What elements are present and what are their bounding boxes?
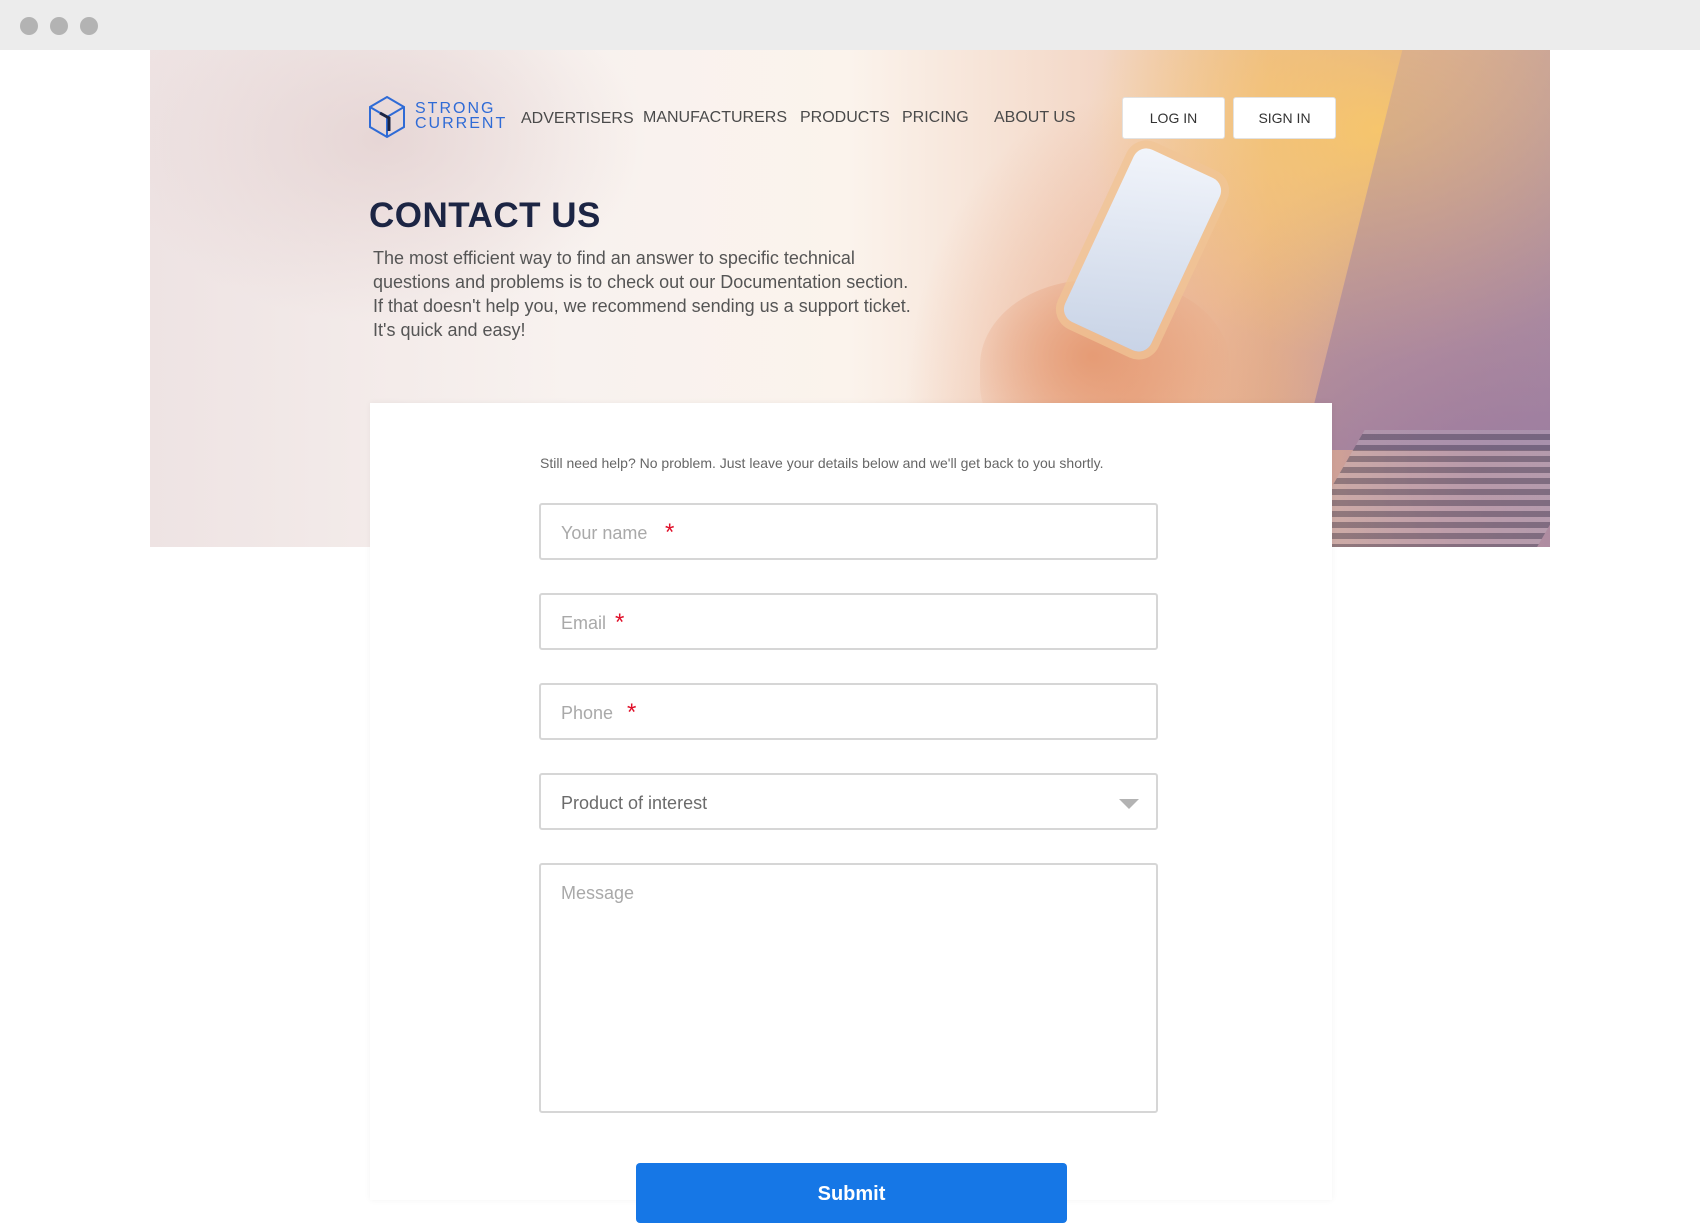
brand-line-1: STRONG bbox=[415, 100, 496, 117]
phone-placeholder: Phone bbox=[561, 703, 614, 723]
brand-logo[interactable]: STRONG CURRENT bbox=[367, 95, 505, 140]
name-field[interactable]: Your name * bbox=[539, 503, 1158, 560]
brand-name: STRONG CURRENT bbox=[415, 100, 508, 132]
login-button[interactable]: LOG IN bbox=[1122, 97, 1225, 139]
window-maximize-dot-icon[interactable] bbox=[80, 17, 98, 35]
intro-line: The most efficient way to find an answer… bbox=[373, 248, 855, 268]
message-textarea[interactable]: Message bbox=[539, 863, 1158, 1113]
message-placeholder: Message bbox=[561, 883, 635, 903]
intro-line: questions and problems is to check out o… bbox=[373, 272, 909, 292]
email-placeholder: Email bbox=[561, 613, 607, 633]
chevron-down-icon bbox=[1119, 799, 1139, 809]
nav-about-us[interactable]: ABOUT US bbox=[994, 109, 1076, 127]
page-title: CONTACT US bbox=[369, 196, 601, 235]
intro-line: If that doesn't help you, we recommend s… bbox=[373, 296, 911, 316]
nav-pricing[interactable]: PRICING bbox=[902, 109, 969, 127]
logo-cube-icon bbox=[369, 95, 405, 139]
nav-advertisers[interactable]: ADVERTISERS bbox=[521, 110, 634, 128]
form-help-text: Still need help? No problem. Just leave … bbox=[540, 455, 1104, 471]
intro-text: The most efficient way to find an answer… bbox=[373, 246, 973, 342]
nav-products[interactable]: PRODUCTS bbox=[800, 109, 890, 127]
product-of-interest-select[interactable]: Product of interest bbox=[539, 773, 1158, 830]
browser-titlebar bbox=[0, 0, 1700, 50]
intro-line: It's quick and easy! bbox=[373, 320, 526, 340]
brand-line-2: CURRENT bbox=[415, 115, 508, 132]
required-mark: * bbox=[615, 609, 625, 636]
signin-button[interactable]: SIGN IN bbox=[1233, 97, 1336, 139]
product-select-label: Product of interest bbox=[561, 793, 708, 813]
window-close-dot-icon[interactable] bbox=[20, 17, 38, 35]
laptop-screen-image bbox=[1302, 50, 1550, 450]
email-field[interactable]: Email * bbox=[539, 593, 1158, 650]
phone-field[interactable]: Phone * bbox=[539, 683, 1158, 740]
required-mark: * bbox=[665, 519, 675, 546]
nav-manufacturers[interactable]: MANUFACTURERS bbox=[643, 109, 787, 127]
submit-button[interactable]: Submit bbox=[636, 1163, 1067, 1223]
window-minimize-dot-icon[interactable] bbox=[50, 17, 68, 35]
name-placeholder: Your name bbox=[561, 523, 648, 543]
required-mark: * bbox=[627, 699, 637, 726]
